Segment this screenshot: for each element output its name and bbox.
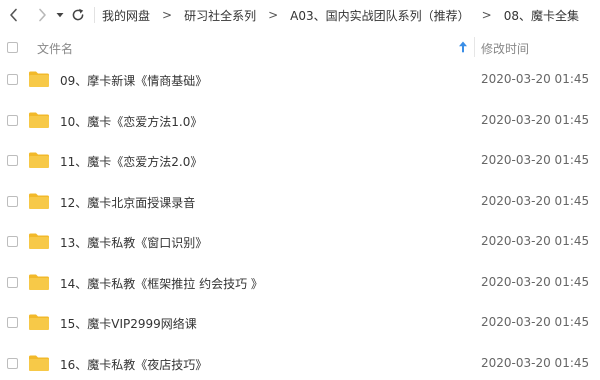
column-header-filename[interactable]: 文件名: [37, 40, 73, 57]
file-manager: 我的网盘 > 研习社全系列 > A03、国内实战团队系列（推荐） > 08、魔卡…: [0, 0, 600, 380]
back-button[interactable]: [4, 3, 24, 27]
file-name: 14、魔卡私教《框架推拉 约会技巧 》: [60, 276, 263, 291]
folder-icon: [29, 112, 49, 128]
file-modified-time: 2020-03-20 01:45: [481, 315, 590, 329]
file-modified-time: 2020-03-20 01:45: [481, 193, 590, 208]
refresh-icon: [72, 8, 84, 21]
list-item[interactable]: 16、魔卡私教《夜店技巧》 2020-03-20 01:45: [0, 344, 600, 380]
file-list: 09、摩卡新课《情商基础》 2020-03-20 01:45 10、魔卡《恋爱方…: [0, 60, 600, 380]
breadcrumb-item-my-drive[interactable]: 我的网盘: [101, 7, 151, 24]
row-checkbox[interactable]: [7, 155, 18, 166]
sort-up-arrow-icon[interactable]: [458, 40, 468, 54]
list-item[interactable]: 12、魔卡北京面授课录音 2020-03-20 01:45: [0, 182, 600, 223]
history-dropdown-button[interactable]: [54, 3, 66, 27]
breadcrumb-item-team-series[interactable]: A03、国内实战团队系列（推荐）: [289, 7, 470, 24]
column-header-modified-time[interactable]: 修改时间: [481, 40, 529, 57]
column-divider[interactable]: [474, 37, 475, 57]
breadcrumb-separator: >: [162, 8, 173, 22]
file-name: 16、魔卡私教《夜店技巧》: [60, 357, 208, 372]
list-item[interactable]: 11、魔卡《恋爱方法2.0》 2020-03-20 01:45: [0, 141, 600, 182]
chevron-right-icon: [39, 8, 46, 22]
file-name: 10、魔卡《恋爱方法1.0》: [60, 114, 203, 129]
folder-icon: [29, 274, 49, 290]
select-all-checkbox[interactable]: [7, 42, 18, 53]
breadcrumb: 我的网盘 > 研习社全系列 > A03、国内实战团队系列（推荐） > 08、魔卡…: [101, 7, 580, 24]
folder-icon: [29, 152, 49, 168]
navigation-bar: 我的网盘 > 研习社全系列 > A03、国内实战团队系列（推荐） > 08、魔卡…: [0, 0, 600, 30]
list-item[interactable]: 09、摩卡新课《情商基础》 2020-03-20 01:45: [0, 60, 600, 101]
list-item[interactable]: 10、魔卡《恋爱方法1.0》 2020-03-20 01:45: [0, 101, 600, 142]
file-modified-time: 2020-03-20 01:45: [481, 153, 590, 167]
row-checkbox[interactable]: [7, 74, 18, 85]
folder-icon: [29, 193, 49, 209]
file-name: 15、魔卡VIP2999网络课: [60, 317, 197, 331]
breadcrumb-separator: >: [268, 8, 279, 22]
navbar-divider: [94, 7, 95, 23]
column-header: 文件名 修改时间: [0, 34, 600, 60]
chevron-left-icon: [10, 8, 17, 22]
row-checkbox[interactable]: [7, 276, 18, 288]
forward-button[interactable]: [32, 3, 52, 27]
row-checkbox[interactable]: [7, 195, 18, 207]
refresh-button[interactable]: [68, 3, 88, 27]
row-checkbox[interactable]: [7, 357, 18, 369]
list-item[interactable]: 13、魔卡私教《窗口识别》 2020-03-20 01:45: [0, 222, 600, 263]
file-name: 12、魔卡北京面授课录音: [60, 195, 196, 210]
file-modified-time: 2020-03-20 01:45: [481, 274, 590, 289]
list-item[interactable]: 14、魔卡私教《框架推拉 约会技巧 》 2020-03-20 01:45: [0, 263, 600, 304]
file-name: 11、魔卡《恋爱方法2.0》: [60, 155, 203, 169]
breadcrumb-item-current-folder[interactable]: 08、魔卡全集: [503, 7, 580, 24]
caret-down-icon: [56, 13, 64, 18]
list-item[interactable]: 15、魔卡VIP2999网络课 2020-03-20 01:45: [0, 303, 600, 344]
breadcrumb-separator: >: [481, 8, 492, 22]
folder-icon: [29, 233, 49, 249]
file-name: 09、摩卡新课《情商基础》: [60, 74, 208, 88]
breadcrumb-item-series[interactable]: 研习社全系列: [183, 7, 257, 24]
folder-icon: [29, 355, 49, 371]
file-modified-time: 2020-03-20 01:45: [481, 72, 590, 86]
row-checkbox[interactable]: [7, 114, 18, 126]
file-modified-time: 2020-03-20 01:45: [481, 112, 590, 127]
file-name: 13、魔卡私教《窗口识别》: [60, 236, 208, 250]
row-checkbox[interactable]: [7, 236, 18, 247]
folder-icon: [29, 71, 49, 87]
file-modified-time: 2020-03-20 01:45: [481, 234, 590, 248]
row-checkbox[interactable]: [7, 317, 18, 328]
file-modified-time: 2020-03-20 01:45: [481, 355, 590, 370]
folder-icon: [29, 314, 49, 330]
